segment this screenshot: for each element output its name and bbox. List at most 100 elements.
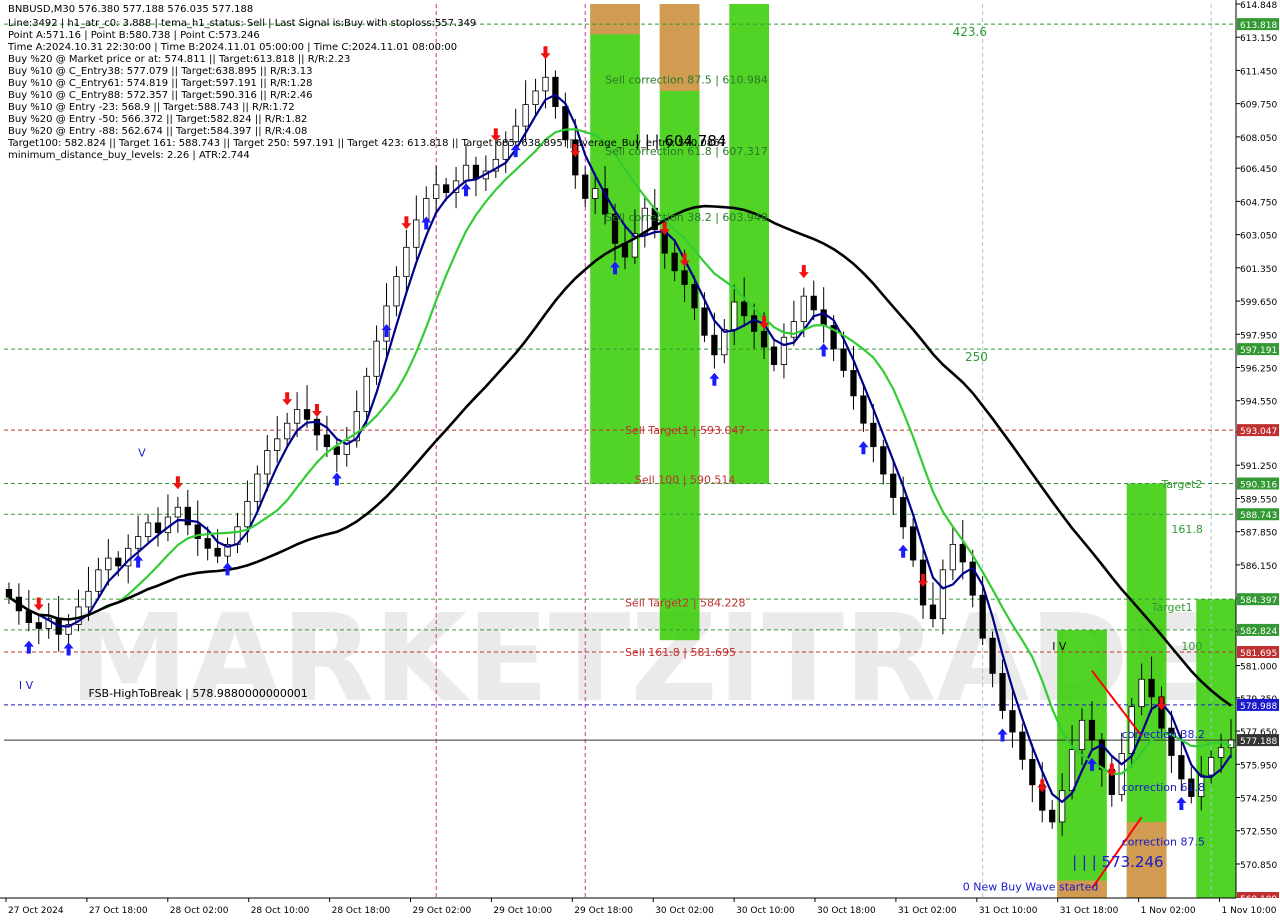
time-tick-label: 28 Oct 10:00 [251, 906, 310, 916]
time-tick-label: 31 Oct 10:00 [979, 906, 1038, 916]
price-tag-label: 577.188 [1240, 737, 1277, 747]
level-label: 250 [965, 350, 988, 364]
candle-body [293, 409, 301, 424]
candle-body [244, 500, 251, 528]
info-line: Target100: 582.824 || Target 161: 588.74… [7, 138, 726, 149]
chart-annotation: correction 87.5 [1122, 835, 1205, 848]
chart-annotation: 100 [1181, 640, 1202, 653]
info-line: Time A:2024.10.31 22:30:00 | Time B:2024… [7, 42, 457, 53]
price-tick-label: 587.850 [1240, 529, 1277, 539]
chart-annotation: Target2 [1160, 478, 1202, 491]
price-tick-label: 613.150 [1240, 34, 1277, 44]
candle-body [671, 252, 678, 272]
candle-body [85, 590, 92, 608]
candle-body [134, 536, 142, 549]
candle-body [1178, 755, 1185, 780]
candle-body [979, 594, 986, 639]
candle-body [870, 422, 877, 448]
time-tick-label: 29 Oct 02:00 [413, 906, 472, 916]
watermark-text: MARKETZITRADE [69, 590, 1211, 729]
candle-body [810, 295, 817, 311]
candle-body [413, 219, 420, 248]
candle-body [760, 330, 768, 348]
candle-body [880, 446, 887, 475]
candle-body [562, 106, 569, 141]
candle-body [204, 538, 211, 549]
candle-body [144, 522, 152, 537]
chart-annotation: Target1 [1151, 601, 1193, 614]
chart: MARKETZITRADE 423.6 250 Sell correction 8… [0, 0, 1280, 920]
chart-annotation: Sell correction 38.2 | 603.949 [605, 211, 768, 224]
price-tick-label: 586.150 [1240, 562, 1277, 572]
info-line: Line:3492 | h1_atr_c0: 3.888 | tema_h1_s… [8, 18, 476, 29]
candle-body [741, 301, 748, 317]
candle-body [909, 526, 917, 561]
candle-body [264, 450, 271, 475]
candle-body [949, 543, 956, 571]
candle-body [403, 246, 410, 278]
chart-annotation: Sell Target1 | 593.047 [625, 424, 746, 437]
candle-body [214, 547, 221, 557]
candle-body [900, 497, 907, 528]
candle-body [274, 438, 281, 451]
candle-body [472, 164, 480, 180]
price-tick-label: 594.550 [1240, 398, 1277, 408]
price-tag-label: 613.818 [1240, 21, 1277, 31]
time-tick-label: 28 Oct 18:00 [332, 906, 391, 916]
candle-body [393, 276, 400, 307]
candle-body [95, 569, 102, 592]
price-tick-label: 572.550 [1240, 828, 1277, 838]
price-tag-label: 581.695 [1240, 649, 1277, 659]
time-tick-label: 27 Oct 2024 [8, 906, 64, 916]
candle-body [174, 506, 182, 518]
time-tick-label: 31 Oct 02:00 [898, 906, 957, 916]
price-tick-label: 599.650 [1240, 298, 1277, 308]
price-tick-label: 575.950 [1240, 761, 1277, 771]
chart-annotation: | | | 573.246 [1072, 853, 1164, 871]
candle-body [323, 434, 331, 448]
candle-body [721, 328, 728, 356]
candle-body [592, 188, 599, 199]
candle-body [373, 340, 380, 377]
time-tick-label: 30 Oct 18:00 [817, 906, 876, 916]
price-tick-label: 603.050 [1240, 232, 1277, 242]
price-tick-label: 604.750 [1240, 198, 1277, 208]
price-tag-label: 593.047 [1240, 427, 1277, 437]
level-label: 423.6 [953, 25, 987, 39]
candle-body [5, 588, 13, 598]
candle-body [25, 610, 32, 623]
candle-body [105, 557, 112, 571]
symbol-line: BNBUSD,M30 576.380 577.188 576.035 577.1… [8, 4, 253, 15]
price-tag-label: 597.191 [1240, 346, 1277, 356]
signal-zone [659, 4, 700, 641]
candle-body [1029, 759, 1036, 786]
time-tick-label: 1 Nov 10:00 [1222, 906, 1277, 916]
info-line: Buy %10 @ C_Entry88: 572.357 || Target:5… [8, 90, 313, 101]
candle-body [860, 395, 867, 424]
candle-body [363, 375, 370, 412]
signal-zone [590, 4, 640, 35]
candle-body [1068, 749, 1076, 792]
price-tick-label: 614.848 [1240, 1, 1277, 11]
time-tick-label: 1 Nov 02:00 [1141, 906, 1196, 916]
time-tick-label: 28 Oct 02:00 [170, 906, 229, 916]
candle-body [939, 569, 947, 620]
price-tick-label: 608.050 [1240, 134, 1277, 144]
price-chart-svg[interactable]: MARKETZITRADE 423.6 250 Sell correction 8… [0, 0, 1280, 920]
candle-body [552, 76, 559, 107]
chart-annotation: I V [19, 679, 34, 692]
info-line: Buy %20 @ Entry -50: 566.372 || Target:5… [8, 114, 307, 125]
candle-body [542, 76, 549, 92]
candle-body [522, 104, 529, 127]
candle-body [989, 637, 996, 674]
candle-body [820, 309, 827, 326]
candle-body [254, 473, 261, 502]
candle-body [750, 315, 758, 332]
price-tick-label: 589.550 [1240, 495, 1277, 505]
chart-annotation: Sell 100 | 590.514 [635, 474, 736, 487]
candle-body [681, 270, 688, 285]
candle-body [701, 307, 708, 336]
price-tick-label: 570.850 [1240, 861, 1277, 871]
chart-annotation: correction 38.2 [1122, 728, 1205, 741]
candle-body [1148, 678, 1155, 698]
